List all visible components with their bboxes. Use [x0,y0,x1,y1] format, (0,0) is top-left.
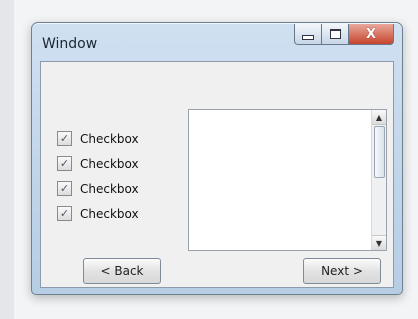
window-controls: X [294,24,394,45]
checkbox-row[interactable]: ✓ Checkbox [57,126,139,151]
close-button[interactable]: X [349,24,394,45]
checkbox[interactable]: ✓ [57,181,72,196]
checkbox-label: Checkbox [80,156,139,171]
checkbox-group: ✓ Checkbox ✓ Checkbox ✓ Checkbox ✓ Check… [57,126,139,226]
checkbox[interactable]: ✓ [57,156,72,171]
close-icon: X [365,26,377,42]
checkbox[interactable]: ✓ [57,206,72,221]
checkbox-row[interactable]: ✓ Checkbox [57,201,139,226]
scroll-up-icon[interactable]: ▲ [372,110,386,125]
window-title: Window [42,36,98,52]
scroll-thumb[interactable] [374,126,385,178]
maximize-icon [329,29,341,39]
checkbox-label: Checkbox [80,131,139,146]
minimize-icon [302,34,314,40]
dialog-window: Window X ✓ Checkbox ✓ Checkbox ✓ Checkbo… [31,22,403,295]
scroll-down-icon[interactable]: ▼ [372,235,386,250]
maximize-button[interactable] [322,24,349,45]
checkbox-row[interactable]: ✓ Checkbox [57,176,139,201]
checkbox[interactable]: ✓ [57,131,72,146]
back-button[interactable]: < Back [83,258,161,284]
vertical-scrollbar[interactable]: ▲ ▼ [371,110,386,250]
checkbox-row[interactable]: ✓ Checkbox [57,151,139,176]
checkbox-label: Checkbox [80,206,139,221]
minimize-button[interactable] [294,24,322,45]
window-client-area: ✓ Checkbox ✓ Checkbox ✓ Checkbox ✓ Check… [40,61,394,288]
next-button[interactable]: Next > [303,258,381,284]
checkbox-label: Checkbox [80,181,139,196]
list-box[interactable]: ▲ ▼ [188,109,387,251]
